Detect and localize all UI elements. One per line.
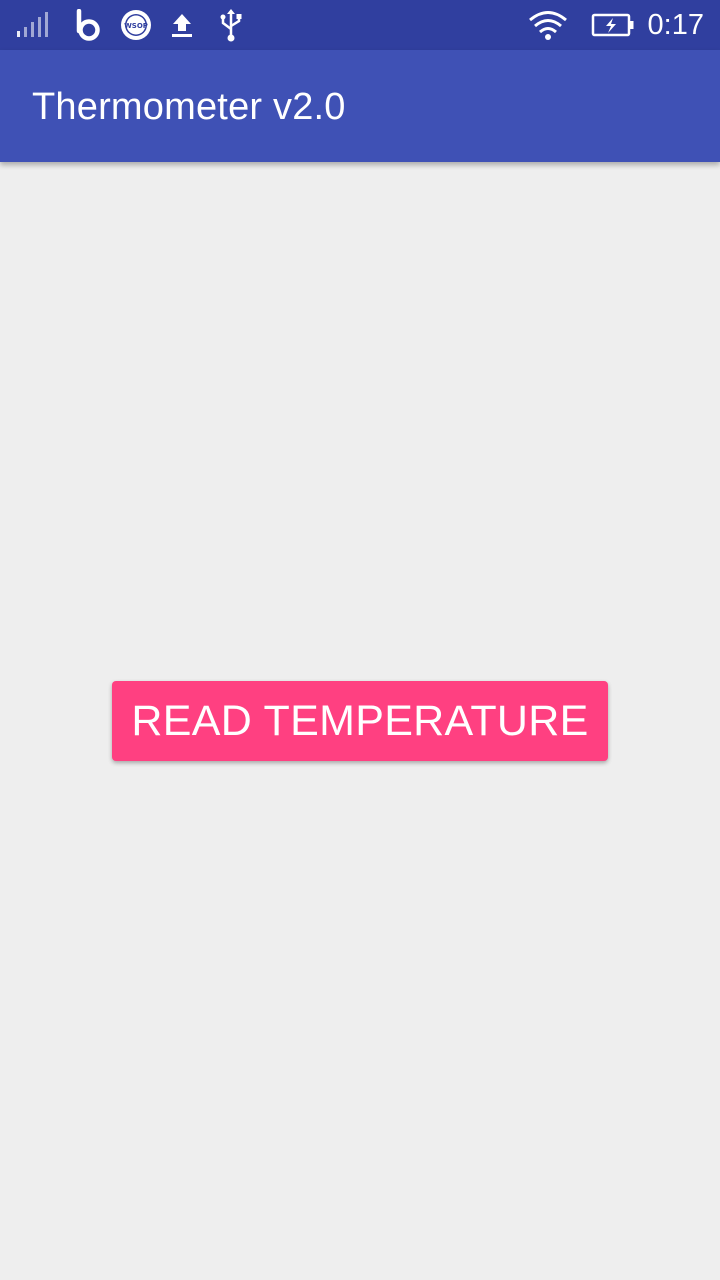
status-clock: 0:17 bbox=[647, 9, 704, 41]
usb-icon bbox=[216, 0, 246, 50]
battery-charging-icon bbox=[590, 0, 636, 50]
upload-icon bbox=[168, 0, 196, 50]
status-bar: WSOP 0:17 bbox=[0, 0, 720, 50]
wsop-label: WSOP bbox=[124, 22, 148, 30]
b-app-icon bbox=[72, 0, 104, 50]
app-title: Thermometer v2.0 bbox=[32, 86, 346, 128]
read-temperature-button[interactable]: READ TEMPERATURE bbox=[112, 681, 608, 761]
wifi-icon bbox=[526, 0, 570, 50]
signal-icon bbox=[14, 0, 50, 50]
wsop-icon: WSOP bbox=[118, 0, 154, 50]
app-bar: Thermometer v2.0 bbox=[0, 50, 720, 162]
